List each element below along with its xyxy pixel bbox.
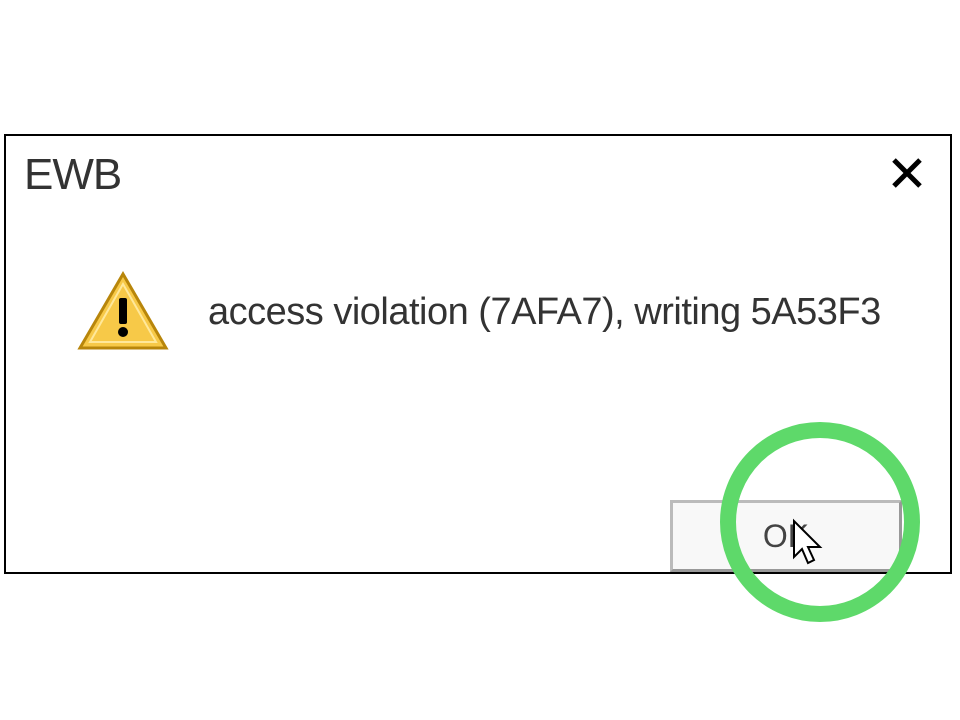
close-button[interactable] xyxy=(888,156,926,194)
dialog-title: EWB xyxy=(24,150,121,200)
titlebar: EWB xyxy=(6,136,950,210)
dialog-body: access violation (7AFA7), writing 5A53F3 xyxy=(6,210,950,374)
close-icon xyxy=(890,156,924,195)
ok-button-label: OK xyxy=(763,518,809,555)
error-dialog: EWB access violation (7AFA7), writing 5A… xyxy=(4,134,952,574)
warning-icon xyxy=(76,270,170,354)
button-row: OK xyxy=(670,500,902,572)
error-message: access violation (7AFA7), writing 5A53F3 xyxy=(208,291,881,334)
ok-button[interactable]: OK xyxy=(670,500,902,572)
